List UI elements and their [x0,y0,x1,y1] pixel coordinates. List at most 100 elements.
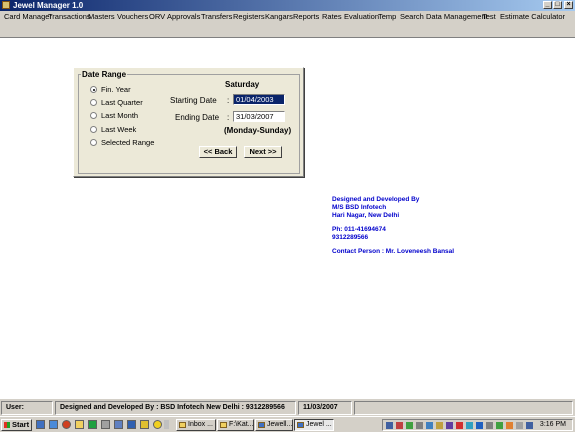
menu-vouchers[interactable]: Vouchers [117,11,148,23]
tray-icon[interactable] [526,422,533,429]
credits-contact: Contact Person : Mr. Loveneesh Bansal [332,248,455,255]
maximize-button[interactable]: □ [553,1,562,9]
ending-colon: : [227,113,230,122]
menu-search[interactable]: Search [400,11,424,23]
tray-icon[interactable] [426,422,433,429]
tray-icon[interactable] [516,422,523,429]
task-label: Jewell... [267,421,293,428]
mail-icon [179,422,186,428]
chevron-icon[interactable] [164,420,169,429]
outlook-icon[interactable] [36,420,45,429]
tray-icon[interactable] [446,422,453,429]
tray-icon[interactable] [406,422,413,429]
folder-icon[interactable] [75,420,84,429]
start-label: Start [12,420,30,429]
menu-temp[interactable]: Temp [378,11,396,23]
radio-label: Fin. Year [101,85,131,94]
tray-icon[interactable] [436,422,443,429]
menu-card-manager[interactable]: Card Manager [4,11,52,23]
task-label: Jewel ... [306,421,332,428]
window-title: Jewel Manager 1.0 [13,1,84,10]
radio-label: Selected Range [101,138,155,147]
menu-kangars[interactable]: Kangars [265,11,293,23]
clock: 3:16 PM [539,421,566,428]
menu-estimate-calculator[interactable]: Estimate Calculator [500,11,565,23]
task-jewell[interactable]: Jewell... [255,419,293,431]
media-icon[interactable] [62,420,71,429]
folder-icon [220,422,227,428]
menu-registers[interactable]: Registers [233,11,265,23]
volume-icon[interactable] [486,422,493,429]
task-jewel-manager[interactable]: Jewel ... [294,419,334,431]
menu-data-management[interactable]: Data Management [426,11,488,23]
messenger-icon[interactable] [153,420,162,429]
system-tray: 3:16 PM [382,419,573,431]
back-button[interactable]: << Back [199,146,237,158]
menu-bar: Card Manager Transactions Masters Vouche… [0,11,575,23]
ending-date-input[interactable]: 31/03/2007 [233,111,285,122]
task-inbox[interactable]: Inbox ... [176,419,216,431]
search-icon[interactable] [114,420,123,429]
tray-icon[interactable] [456,422,463,429]
task-label: Inbox ... [188,421,213,428]
menu-rates[interactable]: Rates [322,11,342,23]
internet-explorer-icon[interactable] [49,420,58,429]
windows-logo-icon [4,422,10,428]
tray-icon[interactable] [386,422,393,429]
credits-address: Hari Nagar, New Delhi [332,212,400,219]
tray-icon[interactable] [396,422,403,429]
starting-date-label: Starting Date [170,96,217,105]
status-user: User: [1,401,53,415]
toolbar-area [0,23,575,38]
network-icon[interactable] [476,422,483,429]
date-range-title: Date Range [81,70,128,79]
starting-colon: : [227,96,230,105]
next-button[interactable]: Next >> [244,146,282,158]
task-label: F:\Kat... [229,421,254,428]
credits-block: Designed and Developed By M/S BSD Infote… [332,196,454,256]
tray-icon[interactable] [416,422,423,429]
word-icon[interactable] [127,420,136,429]
menu-transactions[interactable]: Transactions [48,11,91,23]
radio-label: Last Week [101,125,137,134]
title-bar: Jewel Manager 1.0 _ □ × [0,0,575,11]
week-note: (Monday-Sunday) [224,126,292,135]
menu-approvals[interactable]: Approvals [167,11,200,23]
close-button[interactable]: × [564,1,573,9]
minimize-button[interactable]: _ [543,1,552,9]
notes-icon[interactable] [140,420,149,429]
app-icon [258,422,265,428]
day-label: Saturday [225,80,260,89]
task-folder[interactable]: F:\Kat... [217,419,254,431]
radio-label: Last Month [101,111,139,120]
credits-line: Designed and Developed By [332,196,420,203]
date-range-panel: Date Range Fin. Year Last Quarter Last M… [73,67,304,177]
tray-icon[interactable] [506,422,513,429]
taskbar: Start Inbox ... F:\Kat... Jewell... Jewe… [0,416,575,432]
radio-icon [90,139,97,146]
status-date: 11/03/2007 [298,401,352,415]
radio-selected-icon [90,86,97,93]
status-bar: User: Designed and Developed By : BSD In… [0,398,575,416]
status-developer: Designed and Developed By : BSD Infotech… [55,401,296,415]
ending-date-label: Ending Date [175,113,220,122]
excel-icon[interactable] [88,420,97,429]
app-icon [2,1,10,9]
start-button[interactable]: Start [1,419,32,431]
radio-icon [90,126,97,133]
status-empty [354,401,573,415]
menu-reports[interactable]: Reports [293,11,319,23]
menu-masters[interactable]: Masters [88,11,115,23]
tray-icon[interactable] [466,422,473,429]
menu-transfers[interactable]: Transfers [201,11,232,23]
tray-icon[interactable] [496,422,503,429]
credits-phone-2: 9312289566 [332,234,369,241]
starting-date-input[interactable]: 01/04/2003 [233,94,285,105]
menu-test[interactable]: Test [482,11,496,23]
menu-evaluation[interactable]: Evaluation [344,11,379,23]
menu-orv[interactable]: ORV [149,11,165,23]
radio-label: Last Quarter [101,98,143,107]
desktop-icon[interactable] [101,420,110,429]
credits-company: M/S BSD Infotech [332,204,387,211]
radio-icon [90,99,97,106]
